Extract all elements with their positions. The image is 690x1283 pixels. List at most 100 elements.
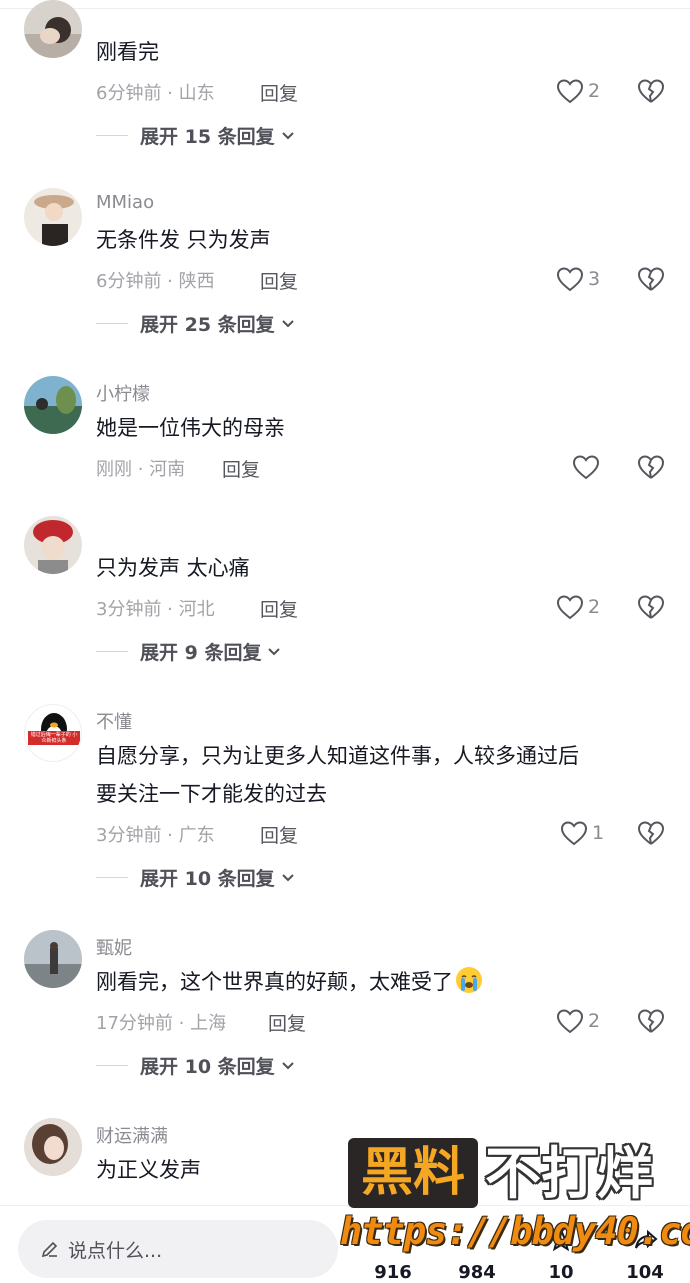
- avatar[interactable]: [24, 188, 82, 246]
- heart-icon: [572, 455, 600, 480]
- comment-username[interactable]: 甄妮: [96, 934, 132, 960]
- comment-time: 刚刚: [96, 459, 132, 480]
- like-button[interactable]: 2: [556, 76, 600, 106]
- chevron-down-icon: [281, 131, 294, 139]
- chevron-down-icon: [268, 647, 281, 655]
- comment-location: 上海: [190, 1013, 227, 1034]
- comment-username[interactable]: 小柠檬: [96, 380, 150, 406]
- avatar-badge-text: 错过后悔一辈子的 小众新鲜头条: [30, 732, 78, 744]
- expand-replies-button[interactable]: 展开 10 条回复: [96, 1052, 295, 1079]
- comment-meta: 6分钟前 · 陕西: [96, 267, 215, 293]
- watermark-badge: 黑料: [348, 1138, 478, 1208]
- expand-label: 展开 25 条回复: [140, 314, 275, 336]
- divider-dash: [96, 135, 128, 136]
- heart-icon: [556, 267, 584, 292]
- comment-location: 河南: [149, 459, 186, 480]
- expand-label: 展开 10 条回复: [140, 1056, 275, 1078]
- reply-button[interactable]: 回复: [260, 267, 298, 294]
- like-count: 2: [588, 596, 601, 618]
- comment-text: 只为发声 太心痛: [96, 556, 250, 580]
- comment-time: 6分钟前: [96, 83, 162, 104]
- broken-heart-icon: [637, 595, 665, 619]
- like-button[interactable]: 3: [556, 264, 600, 294]
- broken-heart-icon: [637, 821, 665, 845]
- like-button[interactable]: [572, 452, 600, 482]
- avatar[interactable]: 错过后悔一辈子的 小众新鲜头条: [24, 704, 82, 762]
- reply-button[interactable]: 回复: [260, 79, 298, 106]
- comment-time: 6分钟前: [96, 271, 162, 292]
- comment-text-line: 要关注一下才能发的过去: [96, 782, 327, 806]
- broken-heart-icon: [637, 1009, 665, 1033]
- like-button[interactable]: 2: [556, 1006, 600, 1036]
- like-count: 3: [588, 268, 601, 290]
- avatar[interactable]: [24, 376, 82, 434]
- expand-replies-button[interactable]: 展开 15 条回复: [96, 122, 295, 149]
- comment-list[interactable]: 刚看完 6分钟前 · 山东 回复 2 展开 15 条回复 MMiao 无条件发 …: [0, 0, 690, 1205]
- avatar[interactable]: [24, 516, 82, 574]
- comment-username[interactable]: 财运满满: [96, 1122, 168, 1148]
- divider-dash: [96, 651, 128, 652]
- comment-meta: 6分钟前 · 山东: [96, 79, 215, 105]
- comment-text: 自愿分享，只为让更多人知道这件事，人较多通过后 要关注一下才能发的过去: [96, 737, 656, 813]
- divider-dash: [96, 877, 128, 878]
- comment-location: 广东: [178, 825, 215, 846]
- comment-input-placeholder: 说点什么...: [68, 1239, 163, 1262]
- chevron-down-icon: [281, 1061, 294, 1069]
- comment-time: 3分钟前: [96, 599, 162, 620]
- heart-icon: [560, 821, 588, 846]
- dislike-button[interactable]: [636, 818, 666, 848]
- dislike-button[interactable]: [636, 264, 666, 294]
- chevron-down-icon: [281, 319, 294, 327]
- broken-heart-icon: [637, 79, 665, 103]
- broken-heart-icon: [637, 455, 665, 479]
- comment-meta: 3分钟前 · 广东: [96, 821, 215, 847]
- comment-username[interactable]: 不懂: [96, 708, 132, 734]
- broken-heart-icon: [637, 267, 665, 291]
- pencil-icon: [41, 1241, 58, 1258]
- avatar[interactable]: [24, 0, 82, 58]
- like-count: 2: [588, 80, 601, 102]
- comment-location: 陕西: [178, 271, 215, 292]
- watermark-title: 不打烊: [485, 1142, 653, 1207]
- expand-replies-button[interactable]: 展开 10 条回复: [96, 864, 295, 891]
- dislike-button[interactable]: [636, 76, 666, 106]
- watermark-url: https://bbdy40.com: [340, 1210, 690, 1253]
- meta-separator: ·: [161, 83, 179, 104]
- like-button[interactable]: 2: [556, 592, 600, 622]
- dislike-button[interactable]: [636, 592, 666, 622]
- comment-meta: 17分钟前 · 上海: [96, 1009, 226, 1035]
- reply-button[interactable]: 回复: [222, 455, 260, 482]
- comment-meta: 刚刚 · 河南: [96, 455, 185, 481]
- divider-dash: [96, 323, 128, 324]
- crying-face-icon: [456, 967, 482, 993]
- comment-meta: 3分钟前 · 河北: [96, 595, 215, 621]
- divider-dash: [96, 1065, 128, 1066]
- comment-location: 河北: [178, 599, 215, 620]
- heart-icon: [556, 595, 584, 620]
- expand-replies-button[interactable]: 展开 25 条回复: [96, 310, 295, 337]
- reply-button[interactable]: 回复: [268, 1009, 306, 1036]
- like-count: 2: [588, 1010, 601, 1032]
- expand-label: 展开 9 条回复: [140, 642, 262, 664]
- comment-text: 无条件发 只为发声: [96, 228, 271, 252]
- comment-username[interactable]: MMiao: [96, 192, 154, 213]
- meta-separator: ·: [132, 459, 150, 480]
- comment-text: 刚看完，这个世界真的好颠，太难受了: [96, 963, 656, 1001]
- meta-separator: ·: [161, 599, 179, 620]
- heart-icon: [556, 1009, 584, 1034]
- avatar[interactable]: [24, 1118, 82, 1176]
- comment-text-line: 自愿分享，只为让更多人知道这件事，人较多通过后: [96, 744, 579, 768]
- dislike-button[interactable]: [636, 452, 666, 482]
- expand-replies-button[interactable]: 展开 9 条回复: [96, 638, 281, 665]
- comment-input[interactable]: 说点什么...: [18, 1220, 338, 1278]
- like-button[interactable]: 1: [560, 818, 604, 848]
- avatar[interactable]: [24, 930, 82, 988]
- heart-icon: [556, 79, 584, 104]
- expand-label: 展开 10 条回复: [140, 868, 275, 890]
- comment-time: 3分钟前: [96, 825, 162, 846]
- dislike-button[interactable]: [636, 1006, 666, 1036]
- watermark-overlay: 黑料 不打烊 https://bbdy40.com: [340, 1138, 690, 1258]
- reply-button[interactable]: 回复: [260, 595, 298, 622]
- comment-text: 刚看完: [96, 40, 159, 64]
- reply-button[interactable]: 回复: [260, 821, 298, 848]
